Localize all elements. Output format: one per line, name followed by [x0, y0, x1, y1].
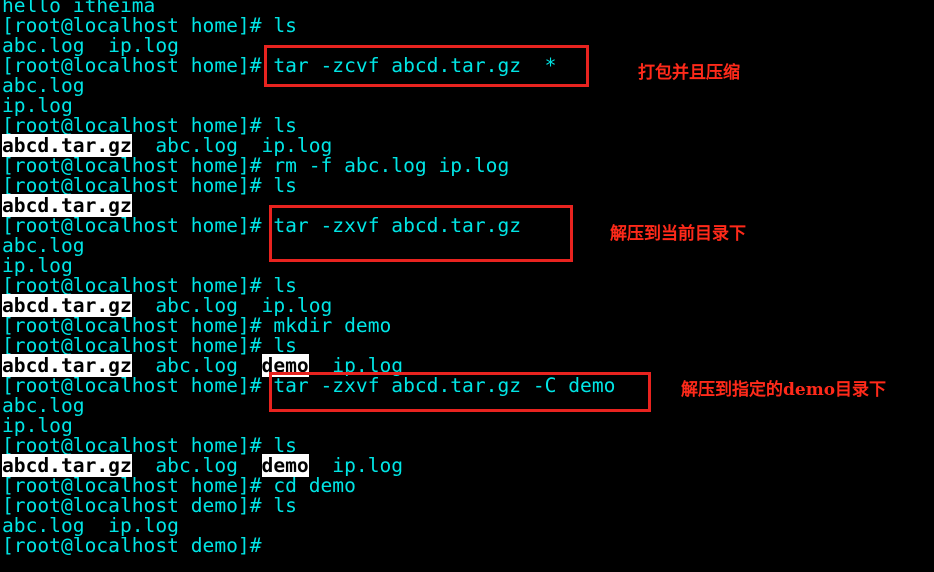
terminal-line: abcd.tar.gz abc.log ip.log: [2, 134, 934, 157]
terminal-text: [root@localhost demo]#: [2, 534, 262, 557]
terminal-line: abcd.tar.gz abc.log demo ip.log: [2, 454, 934, 477]
terminal-line: [root@localhost home]# rm -f abc.log ip.…: [2, 156, 934, 176]
annotation-note-compress: 打包并且压缩: [638, 63, 740, 83]
terminal-line: ip.log: [2, 416, 934, 436]
terminal-line: [root@localhost home]# ls: [2, 16, 934, 36]
terminal-line: [root@localhost home]# ls: [2, 276, 934, 296]
terminal-line: [root@localhost demo]# ls: [2, 496, 934, 516]
terminal-line: [root@localhost home]# ls: [2, 116, 934, 136]
terminal-line: [root@localhost home]# cd demo: [2, 476, 934, 496]
terminal-line: [root@localhost demo]#: [2, 536, 934, 556]
terminal-line: [root@localhost home]# ls: [2, 336, 934, 356]
annotation-box-extract-demo: [269, 372, 651, 412]
annotation-note-extract-current: 解压到当前目录下: [610, 224, 746, 244]
terminal-line: abc.log ip.log: [2, 516, 934, 536]
terminal-line: abcd.tar.gz abc.log ip.log: [2, 294, 934, 317]
annotation-box-compress: [264, 45, 589, 87]
annotation-note-extract-demo: 解压到指定的demo目录下: [681, 380, 887, 400]
annotation-box-extract-current: [269, 205, 573, 262]
terminal-line: [root@localhost home]# ls: [2, 436, 934, 456]
terminal-line: ip.log: [2, 96, 934, 116]
terminal-line: [root@localhost home]# ls: [2, 176, 934, 196]
terminal-line: [root@localhost home]# mkdir demo: [2, 316, 934, 336]
